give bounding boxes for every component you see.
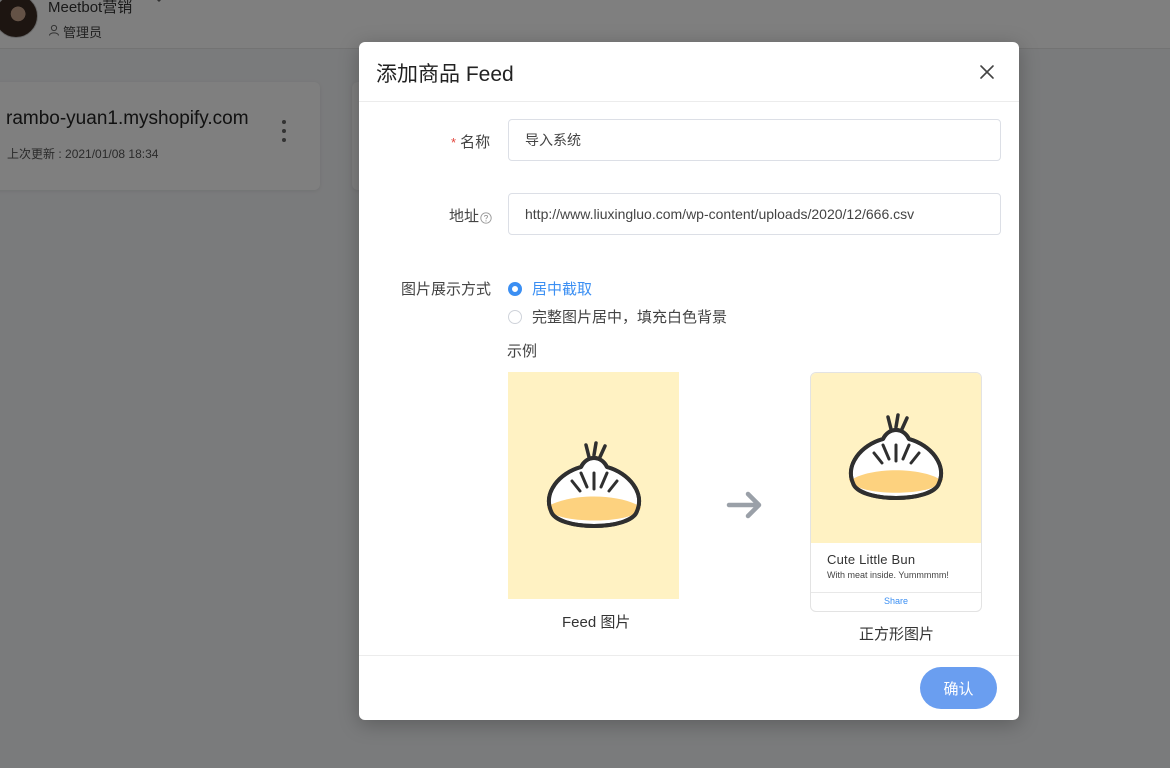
radio-button-checked[interactable] bbox=[508, 281, 522, 296]
add-feed-modal: 添加商品 Feed *名称 地址 图片展示方式 居中截取 完整图片居中，填充白色… bbox=[359, 42, 1019, 720]
modal-title: 添加商品 Feed bbox=[376, 63, 514, 86]
address-input[interactable] bbox=[508, 193, 1001, 235]
radio-fit-white[interactable]: 完整图片居中，填充白色背景 bbox=[508, 306, 727, 327]
help-icon[interactable] bbox=[480, 211, 492, 224]
preview-card-title: Cute Little Bun bbox=[827, 552, 916, 567]
name-label-wrap: * 名称 bbox=[451, 131, 490, 152]
display-mode-label: 图片展示方式 bbox=[401, 281, 492, 298]
name-input[interactable] bbox=[508, 119, 1001, 161]
address-label: 地址 bbox=[449, 208, 480, 225]
name-label: 名称 bbox=[460, 134, 491, 151]
radio-label: 完整图片居中，填充白色背景 bbox=[532, 309, 728, 326]
bun-illustration bbox=[547, 441, 641, 528]
required-marker: * bbox=[451, 135, 457, 150]
square-image-example bbox=[811, 373, 981, 543]
feed-image-caption: Feed 图片 bbox=[562, 614, 631, 631]
preview-share-link[interactable]: Share bbox=[811, 596, 981, 606]
square-image-caption: 正方形图片 bbox=[859, 626, 935, 643]
example-title: 示例 bbox=[507, 343, 538, 360]
bun-illustration bbox=[849, 413, 943, 500]
square-preview-card: Cute Little Bun With meat inside. Yummmm… bbox=[810, 372, 982, 612]
radio-label: 居中截取 bbox=[532, 281, 593, 298]
modal-footer-divider bbox=[359, 655, 1019, 656]
feed-image-example bbox=[508, 372, 679, 599]
preview-card-subtitle: With meat inside. Yummmmm! bbox=[827, 570, 949, 580]
radio-center-crop[interactable]: 居中截取 bbox=[508, 278, 592, 299]
radio-button[interactable] bbox=[508, 309, 522, 324]
close-icon[interactable] bbox=[976, 61, 998, 83]
arrow-right-icon bbox=[726, 490, 764, 520]
preview-card-divider bbox=[811, 592, 981, 593]
address-label-wrap: 地址 bbox=[449, 205, 492, 226]
modal-header: 添加商品 Feed bbox=[359, 42, 1019, 102]
confirm-button[interactable]: 确认 bbox=[920, 667, 997, 709]
